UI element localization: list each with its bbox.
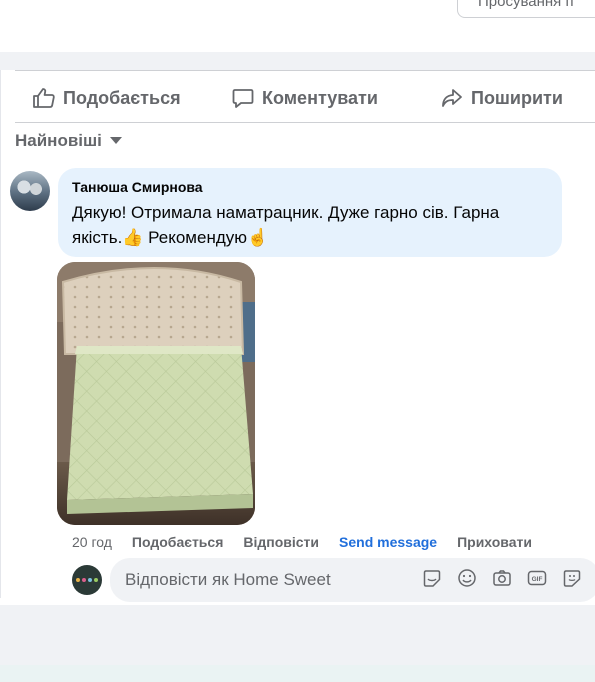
comment-photo[interactable]	[57, 262, 255, 525]
actions-divider	[15, 122, 595, 123]
like-button[interactable]: Подобається	[32, 84, 181, 112]
svg-text:GIF: GIF	[532, 576, 543, 583]
caret-down-icon	[109, 137, 122, 144]
top-divider	[15, 70, 595, 71]
reply-tools: GIF	[422, 568, 582, 588]
sort-label: Найновіші	[15, 131, 102, 150]
share-arrow-icon	[442, 89, 462, 107]
share-button[interactable]: Поширити	[440, 84, 563, 112]
emoji-icon[interactable]	[457, 568, 477, 588]
sticker-icon[interactable]	[422, 568, 442, 588]
page-avatar	[72, 565, 102, 595]
comment-text: Дякую! Отримала наматрацник. Дуже гарно …	[72, 203, 500, 247]
comment-bubble: Танюша Смирнова Дякую! Отримала наматрац…	[58, 168, 562, 257]
speech-bubble-icon	[232, 89, 254, 108]
avatar-sticker-icon[interactable]	[562, 568, 582, 588]
reply-input[interactable]: Відповісти як Home Sweet GIF	[110, 558, 595, 602]
reply-placeholder: Відповісти як Home Sweet	[125, 570, 331, 589]
comment-meta: 20 год Подобається Відповісти Send messa…	[72, 532, 552, 552]
share-label: Поширити	[471, 87, 563, 108]
hide-comment-link[interactable]: Приховати	[457, 534, 532, 550]
commenter-avatar[interactable]	[10, 171, 50, 211]
thumbs-up-icon	[33, 88, 55, 108]
promote-button[interactable]: Просування п	[457, 0, 595, 18]
comment-time[interactable]: 20 год	[72, 534, 112, 550]
comment-label: Коментувати	[262, 87, 378, 108]
comment-reply-link[interactable]: Відповісти	[243, 534, 319, 550]
gif-icon[interactable]: GIF	[527, 568, 547, 588]
sort-dropdown[interactable]: Найновіші	[15, 131, 122, 151]
mattress-topper-photo	[57, 262, 255, 525]
next-post-edge	[0, 665, 595, 682]
comment-button[interactable]: Коментувати	[231, 84, 378, 112]
camera-icon[interactable]	[492, 568, 512, 588]
send-message-link[interactable]: Send message	[339, 534, 437, 550]
top-strip: Просування п	[0, 0, 595, 52]
comment-like-link[interactable]: Подобається	[132, 534, 223, 550]
feed-gap-bottom	[0, 605, 595, 665]
feed-gap	[0, 52, 595, 70]
comment-author[interactable]: Танюша Смирнова	[72, 178, 548, 196]
like-label: Подобається	[63, 87, 181, 108]
